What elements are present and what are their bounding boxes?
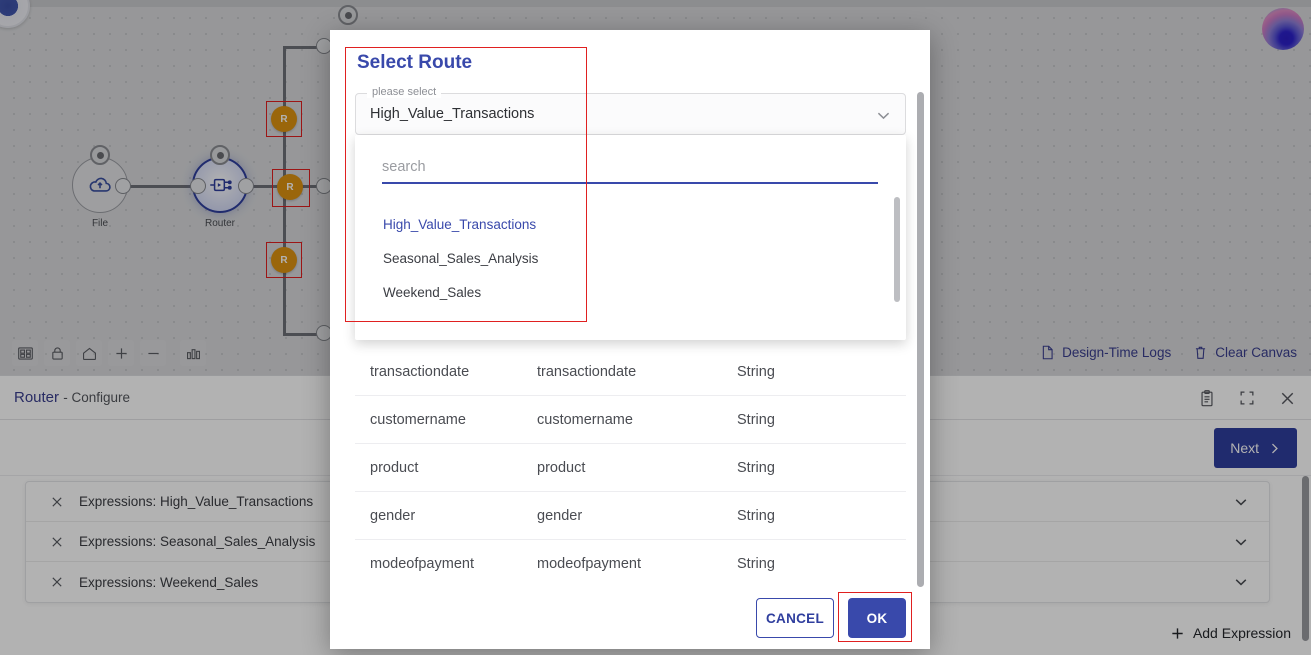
dialog-footer: CANCEL OK bbox=[330, 587, 930, 649]
route-select-wrapper: please select High_Value_Transactions bbox=[355, 93, 906, 135]
table-cell-type: String bbox=[737, 364, 857, 380]
table-cell-type: String bbox=[737, 412, 857, 428]
table-row: transactiondate transactiondate String bbox=[355, 348, 906, 396]
dropdown-option-seasonal-sales-analysis[interactable]: Seasonal_Sales_Analysis bbox=[355, 241, 906, 275]
table-row: gender gender String bbox=[355, 492, 906, 540]
table-cell-source: modeofpayment bbox=[355, 556, 537, 572]
select-route-dialog: Select Route please select High_Value_Tr… bbox=[330, 30, 930, 649]
app-root: File Router R R R bbox=[0, 0, 1311, 655]
dialog-title: Select Route bbox=[357, 52, 472, 74]
route-dropdown: High_Value_Transactions Seasonal_Sales_A… bbox=[355, 135, 906, 340]
table-row: customername customername String bbox=[355, 396, 906, 444]
table-cell-type: String bbox=[737, 556, 857, 572]
table-cell-source: product bbox=[355, 460, 537, 476]
table-row: modeofpayment modeofpayment String bbox=[355, 540, 906, 588]
cancel-button[interactable]: CANCEL bbox=[756, 598, 834, 638]
table-cell-target: customername bbox=[537, 412, 737, 428]
table-cell-target: transactiondate bbox=[537, 364, 737, 380]
dropdown-option-weekend-sales[interactable]: Weekend_Sales bbox=[355, 275, 906, 309]
dropdown-search-input[interactable] bbox=[382, 155, 878, 184]
table-cell-source: transactiondate bbox=[355, 364, 537, 380]
dropdown-search-wrapper bbox=[382, 155, 878, 184]
table-cell-type: String bbox=[737, 460, 857, 476]
table-cell-target: product bbox=[537, 460, 737, 476]
table-cell-type: String bbox=[737, 508, 857, 524]
table-row: product product String bbox=[355, 444, 906, 492]
table-cell-target: modeofpayment bbox=[537, 556, 737, 572]
route-select[interactable]: please select High_Value_Transactions bbox=[355, 93, 906, 135]
ok-button[interactable]: OK bbox=[848, 598, 906, 638]
route-select-value: High_Value_Transactions bbox=[370, 106, 534, 122]
dropdown-options: High_Value_Transactions Seasonal_Sales_A… bbox=[355, 207, 906, 334]
dialog-scrollbar[interactable] bbox=[917, 92, 924, 587]
dropdown-scrollbar[interactable] bbox=[894, 197, 900, 302]
table-cell-source: gender bbox=[355, 508, 537, 524]
table-cell-target: gender bbox=[537, 508, 737, 524]
table-cell-source: customername bbox=[355, 412, 537, 428]
chevron-down-icon[interactable] bbox=[875, 107, 892, 124]
dropdown-option-high-value-transactions[interactable]: High_Value_Transactions bbox=[355, 207, 906, 241]
route-select-legend: please select bbox=[367, 86, 441, 98]
